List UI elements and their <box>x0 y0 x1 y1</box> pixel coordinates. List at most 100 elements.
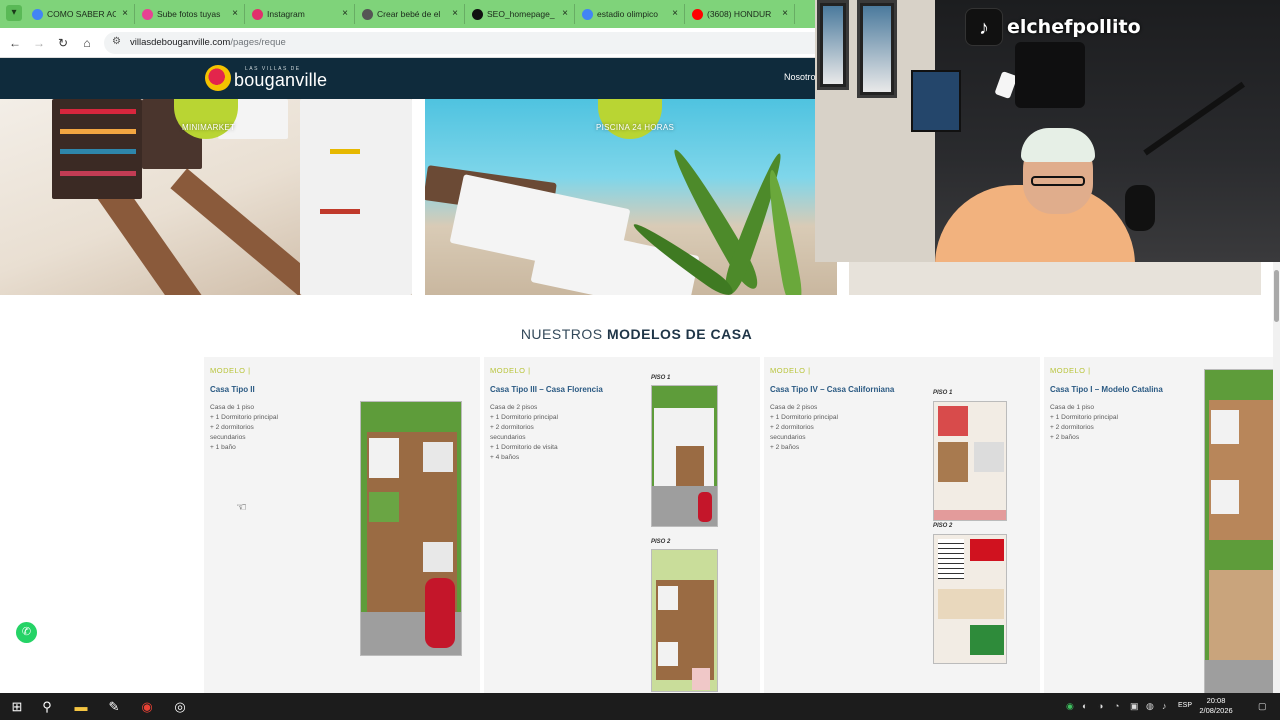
file-explorer-icon[interactable]: ▬ <box>72 698 90 716</box>
shelf-products <box>60 149 136 154</box>
browser-tab[interactable]: COMO SABER AC × <box>27 4 135 24</box>
tab-search-button[interactable]: ▾ <box>6 5 22 21</box>
model-card[interactable]: MODELO | Casa Tipo I – Modelo Catalina C… <box>1044 357 1273 697</box>
floor-plan-image[interactable] <box>360 401 462 656</box>
plan-room <box>938 589 1004 619</box>
wifi-icon[interactable]: ◔ <box>1114 701 1119 711</box>
model-feature: + 1 Dormitorio principal <box>210 414 278 421</box>
screen: ▾ COMO SABER AC × Sube fotos tuyas × Instagr… <box>0 0 1280 720</box>
shelf-products <box>60 109 136 114</box>
amenity-minimarket-image: MINIMARKET <box>0 99 412 295</box>
plan-room <box>934 510 1006 520</box>
section-title-light: NUESTROS <box>520 326 607 342</box>
tab-close-icon[interactable]: × <box>452 4 458 24</box>
floor-plan-image[interactable] <box>933 401 1007 521</box>
home-icon[interactable]: ⌂ <box>79 35 95 51</box>
model-card[interactable]: MODELO | Casa Tipo II Casa de 1 piso + 1… <box>204 357 480 697</box>
model-feature: + 2 baños <box>770 444 800 451</box>
model-feature: + 2 baños <box>1050 434 1080 441</box>
tray-app-icon[interactable]: ◑ <box>1098 701 1103 711</box>
poster <box>911 70 961 132</box>
model-feature: + 1 Dormitorio principal <box>1050 414 1118 421</box>
floor-plan-image[interactable] <box>651 385 718 527</box>
tab-close-icon[interactable]: × <box>122 4 128 24</box>
floor-plan-image[interactable] <box>651 549 718 692</box>
reload-icon[interactable]: ↻ <box>55 35 71 51</box>
browser-toolbar: ← → ↻ ⌂ ⚙ villasdebouganville.com/pages/… <box>0 28 815 58</box>
model-feature: secundarios <box>490 434 526 441</box>
tray-app-icon[interactable]: ◐ <box>1082 701 1087 711</box>
tray-app-icon[interactable]: ◉ <box>1066 701 1074 712</box>
streamer-glasses <box>1031 176 1085 186</box>
plan-room <box>658 586 678 610</box>
shelf <box>300 99 412 295</box>
plant-leaf <box>762 168 806 295</box>
plan-room <box>1211 410 1239 444</box>
forward-icon[interactable]: → <box>31 35 47 51</box>
browser-tab[interactable]: Instagram × <box>247 4 355 24</box>
plan-room <box>676 446 704 486</box>
browser-tab[interactable]: SEO_homepage_ × <box>467 4 575 24</box>
plan-room <box>1205 660 1273 696</box>
windows-start-icon[interactable]: ⊞ <box>8 698 26 716</box>
tab-title: Instagram <box>267 9 305 19</box>
site-info-icon[interactable]: ⚙ <box>112 36 121 47</box>
shelf-products <box>60 129 136 134</box>
model-feature: + 2 dormitorios <box>1050 424 1094 431</box>
browser-tab[interactable]: estadio olimpico × <box>577 4 685 24</box>
hanging-shirt <box>1015 42 1085 108</box>
floor-label: PISO 1 <box>933 390 953 396</box>
plan-room <box>938 406 968 436</box>
plan-room <box>1209 570 1273 660</box>
chrome-icon[interactable]: ◉ <box>138 698 156 716</box>
tab-close-icon[interactable]: × <box>782 4 788 24</box>
model-title[interactable]: Casa Tipo III – Casa Florencia <box>490 385 603 394</box>
nav-link-nosotros[interactable]: Nosotro <box>784 72 816 82</box>
back-icon[interactable]: ← <box>7 35 23 51</box>
site-header: LAS VILLAS DE bouganville Nosotro <box>0 58 816 99</box>
car-icon <box>698 492 712 522</box>
mic-arm <box>1143 81 1246 156</box>
floor-plan-image[interactable] <box>1204 369 1273 697</box>
logo-wordmark[interactable]: bouganville <box>234 70 327 91</box>
tray-app-icon[interactable]: ◍ <box>1146 701 1154 712</box>
browser-tab[interactable]: Sube fotos tuyas × <box>137 4 245 24</box>
obs-icon[interactable]: ◎ <box>171 698 189 716</box>
floor-plan-image[interactable] <box>933 534 1007 664</box>
model-title[interactable]: Casa Tipo IV – Casa Californiana <box>770 385 894 394</box>
model-feature: + 1 Dormitorio de visita <box>490 444 558 451</box>
model-feature: + 2 dormitorios <box>490 424 534 431</box>
model-feature: Casa de 2 pisos <box>770 404 818 411</box>
plan-room <box>692 668 710 690</box>
volume-icon[interactable]: ♪ <box>1162 701 1167 711</box>
model-card[interactable]: MODELO | Casa Tipo IV – Casa Californian… <box>764 357 1040 697</box>
bouganville-logo-icon[interactable] <box>205 65 231 91</box>
tab-close-icon[interactable]: × <box>232 4 238 24</box>
tab-close-icon[interactable]: × <box>672 4 678 24</box>
language-indicator[interactable]: ESP <box>1178 702 1192 709</box>
tab-close-icon[interactable]: × <box>562 4 568 24</box>
notification-icon[interactable]: ▢ <box>1258 701 1267 712</box>
section-title-bold: MODELOS DE CASA <box>607 326 753 342</box>
model-card[interactable]: MODELO | Casa Tipo III – Casa Florencia … <box>484 357 760 697</box>
app-icon[interactable]: ✎ <box>105 698 123 716</box>
whatsapp-icon[interactable]: ✆ <box>16 622 37 643</box>
tab-title: Crear bebé de el <box>377 9 441 19</box>
page-scrollbar[interactable] <box>1273 262 1280 693</box>
browser-tab[interactable]: (3608) HONDUR × <box>687 4 795 24</box>
search-icon[interactable]: ⚲ <box>38 698 56 716</box>
model-feature: + 4 baños <box>490 454 520 461</box>
browser-tab[interactable]: Crear bebé de el × <box>357 4 465 24</box>
model-title[interactable]: Casa Tipo I – Modelo Catalina <box>1050 385 1163 394</box>
section-title: NUESTROS MODELOS DE CASA <box>0 326 1273 342</box>
model-title[interactable]: Casa Tipo II <box>210 385 255 394</box>
scrollbar-thumb[interactable] <box>1274 270 1279 322</box>
tray-app-icon[interactable]: ▣ <box>1130 701 1139 712</box>
tab-favicon-icon <box>692 9 703 20</box>
plan-room <box>423 442 453 472</box>
model-feature: + 1 Dormitorio principal <box>490 414 558 421</box>
address-bar[interactable]: ⚙ villasdebouganville.com/pages/reque <box>104 32 815 54</box>
model-description: Casa de 2 pisos + 1 Dormitorio principal… <box>490 403 558 463</box>
tab-close-icon[interactable]: × <box>342 4 348 24</box>
taskbar-clock[interactable]: 20:08 2/08/2026 <box>1196 696 1236 716</box>
